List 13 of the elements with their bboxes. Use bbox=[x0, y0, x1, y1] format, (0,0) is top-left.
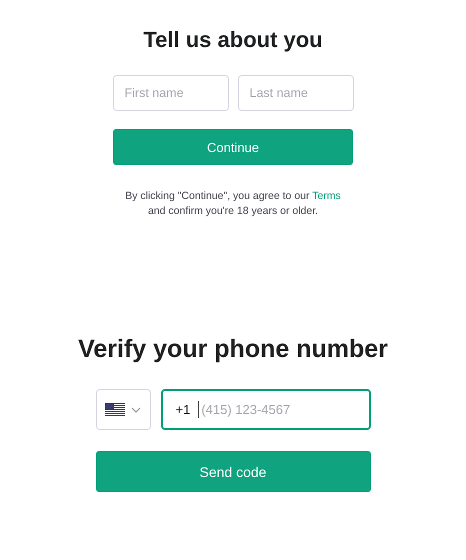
form-title: Tell us about you bbox=[143, 26, 323, 54]
phone-field[interactable]: +1 (415) 123-4567 bbox=[160, 389, 370, 430]
flag-icon bbox=[105, 403, 125, 416]
country-select[interactable] bbox=[96, 389, 150, 430]
country-code: +1 bbox=[176, 402, 190, 417]
legal-text: By clicking "Continue", you agree to our Terms and confirm you're 18 years or older. bbox=[125, 189, 341, 219]
name-field[interactable]: Last name bbox=[238, 75, 354, 111]
terms-link[interactable]: Terms bbox=[312, 190, 341, 202]
continue-button[interactable]: Continue bbox=[113, 129, 353, 165]
send-code-button[interactable]: Send code bbox=[96, 451, 370, 492]
form-title: Verify your phone number bbox=[78, 335, 388, 363]
name-field[interactable]: First name bbox=[112, 75, 228, 111]
chevron-icon bbox=[131, 406, 141, 412]
